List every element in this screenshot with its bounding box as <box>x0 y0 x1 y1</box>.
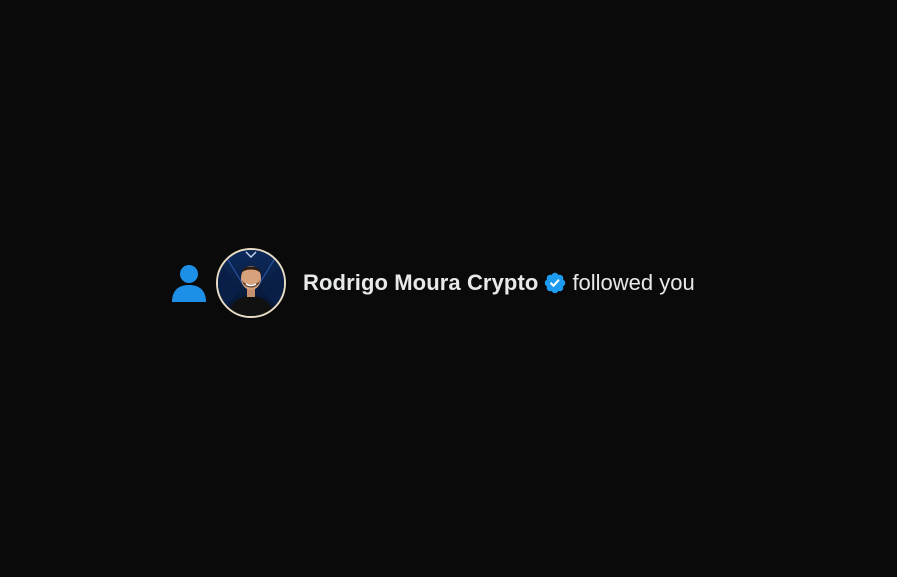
verified-badge-icon <box>542 271 567 296</box>
user-avatar[interactable] <box>216 248 286 318</box>
person-icon <box>171 263 207 303</box>
user-name[interactable]: Rodrigo Moura Crypto <box>303 270 538 296</box>
action-text: followed you <box>572 270 695 295</box>
notification-text: Rodrigo Moura Crypto followed you <box>303 270 695 296</box>
follow-notification[interactable]: Rodrigo Moura Crypto followed you <box>171 246 695 320</box>
